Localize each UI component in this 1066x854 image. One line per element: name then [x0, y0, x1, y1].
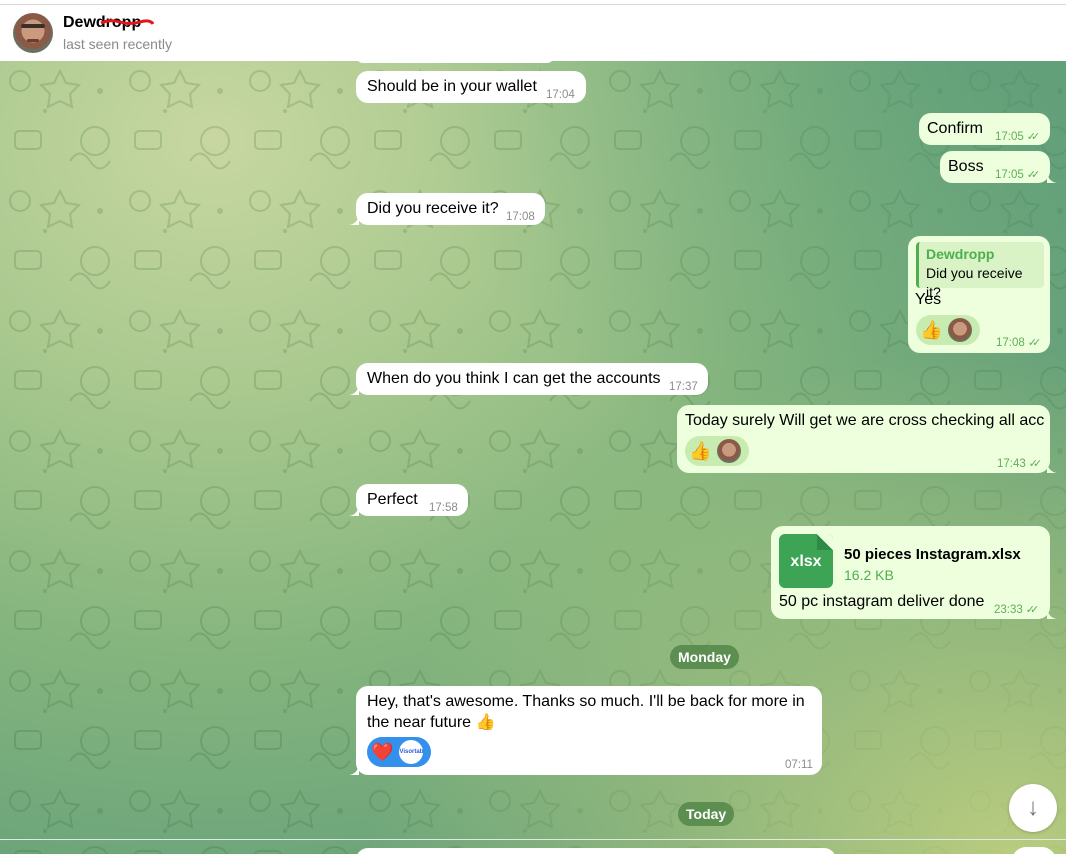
message-incoming[interactable]: When do you think I can get the accounts…: [356, 363, 708, 395]
message-time: 17:04: [546, 89, 575, 101]
message-incoming[interactable]: Hey, that's awesome. Thanks so much. I'l…: [356, 686, 822, 775]
bubble-tail: [349, 765, 359, 775]
message-text: the near future 👍: [367, 714, 496, 731]
date-separator: Monday: [670, 645, 739, 669]
message-text: Hey, that's awesome. Thanks so much. I'l…: [367, 693, 805, 710]
read-check-icon: ✓✓: [1026, 169, 1041, 181]
avatar-mouth-detail: [27, 39, 39, 42]
bubble-tail: [349, 215, 359, 225]
partial-message-top: [356, 61, 554, 63]
message-time: 07:11: [785, 759, 813, 771]
reactor-avatar: [717, 439, 742, 463]
read-check-icon: ✓✓: [1028, 458, 1043, 470]
message-text: Should be in your wallet: [367, 78, 537, 95]
file-name[interactable]: 50 pieces Instagram.xlsx: [844, 544, 1021, 565]
composer-divider: [0, 839, 1066, 840]
reply-quote[interactable]: Dewdropp Did you receive it?: [916, 242, 1044, 300]
message-incoming[interactable]: Did you receive it? 17:08: [356, 193, 545, 225]
bubble-tail: [1047, 609, 1057, 619]
message-text: Yes: [915, 291, 942, 308]
send-button[interactable]: [1012, 847, 1056, 854]
composer-area[interactable]: [356, 848, 836, 854]
reply-text: Did you receive it?: [926, 265, 1023, 300]
read-check-icon: ✓✓: [1027, 337, 1042, 349]
avatar-face-detail: [21, 24, 45, 28]
message-time: 17:58: [429, 502, 458, 514]
message-incoming[interactable]: Should be in your wallet 17:04: [356, 71, 586, 103]
message-outgoing[interactable]: Boss 17:05 ✓✓: [940, 151, 1050, 183]
message-text: Confirm: [927, 120, 984, 137]
message-time: 17:43 ✓✓: [997, 454, 1043, 475]
chat-header[interactable]: Dewdropp last seen recently: [0, 5, 1066, 61]
thumbs-up-reaction-icon[interactable]: 👍: [920, 319, 942, 341]
message-outgoing-file[interactable]: xlsx 50 pieces Instagram.xlsx 16.2 KB 50…: [771, 526, 1050, 619]
bubble-tail: [349, 506, 359, 516]
message-text: Did you receive it?: [367, 200, 499, 217]
reactor-avatar: [948, 318, 973, 342]
bubble-tail: [1047, 463, 1057, 473]
date-separator: Today: [678, 802, 735, 826]
message-time: 17:08: [506, 211, 535, 223]
message-text: Today surely Will get we are cross check…: [685, 412, 1045, 429]
message-time: 17:37: [669, 381, 698, 393]
reply-sender: Dewdropp: [926, 246, 995, 262]
message-outgoing-reply[interactable]: Dewdropp Did you receive it? Yes 👍 17:08…: [908, 236, 1050, 353]
read-check-icon: ✓✓: [1026, 131, 1041, 143]
message-text: Perfect: [367, 491, 418, 508]
scroll-down-icon[interactable]: ↓: [1009, 784, 1057, 832]
contact-status: last seen recently: [63, 36, 172, 52]
message-time: 17:05 ✓✓: [995, 165, 1041, 186]
contact-avatar[interactable]: [13, 13, 53, 53]
message-time: 17:05 ✓✓: [995, 127, 1041, 148]
reactions-bar[interactable]: 👍: [685, 436, 749, 466]
xlsx-file-icon[interactable]: xlsx: [779, 534, 833, 588]
message-text: Boss: [948, 158, 984, 175]
chat-area[interactable]: Should be in your wallet 17:04 Confirm 1…: [0, 61, 1066, 854]
read-check-icon: ✓✓: [1025, 604, 1040, 616]
message-outgoing[interactable]: Today surely Will get we are cross check…: [677, 405, 1050, 473]
message-text: When do you think I can get the accounts: [367, 370, 661, 387]
message-time: 17:08 ✓✓: [996, 333, 1042, 354]
message-text: 50 pc instagram deliver done: [779, 593, 985, 610]
message-time: 23:33 ✓✓: [994, 600, 1040, 621]
reactions-bar[interactable]: 👍: [916, 315, 980, 345]
red-redaction-scribble: [100, 19, 154, 25]
message-outgoing[interactable]: Confirm 17:05 ✓✓: [919, 113, 1050, 145]
bubble-tail: [1047, 173, 1057, 183]
heart-reaction-icon[interactable]: ❤️: [371, 741, 393, 763]
reactions-bar[interactable]: ❤️ Visortab: [367, 737, 431, 767]
thumbs-up-reaction-icon[interactable]: 👍: [689, 440, 711, 462]
message-incoming[interactable]: Perfect 17:58: [356, 484, 468, 516]
bubble-tail: [349, 385, 359, 395]
file-size: 16.2 KB: [844, 567, 894, 583]
reactor-logo-avatar: Visortab: [399, 740, 424, 764]
